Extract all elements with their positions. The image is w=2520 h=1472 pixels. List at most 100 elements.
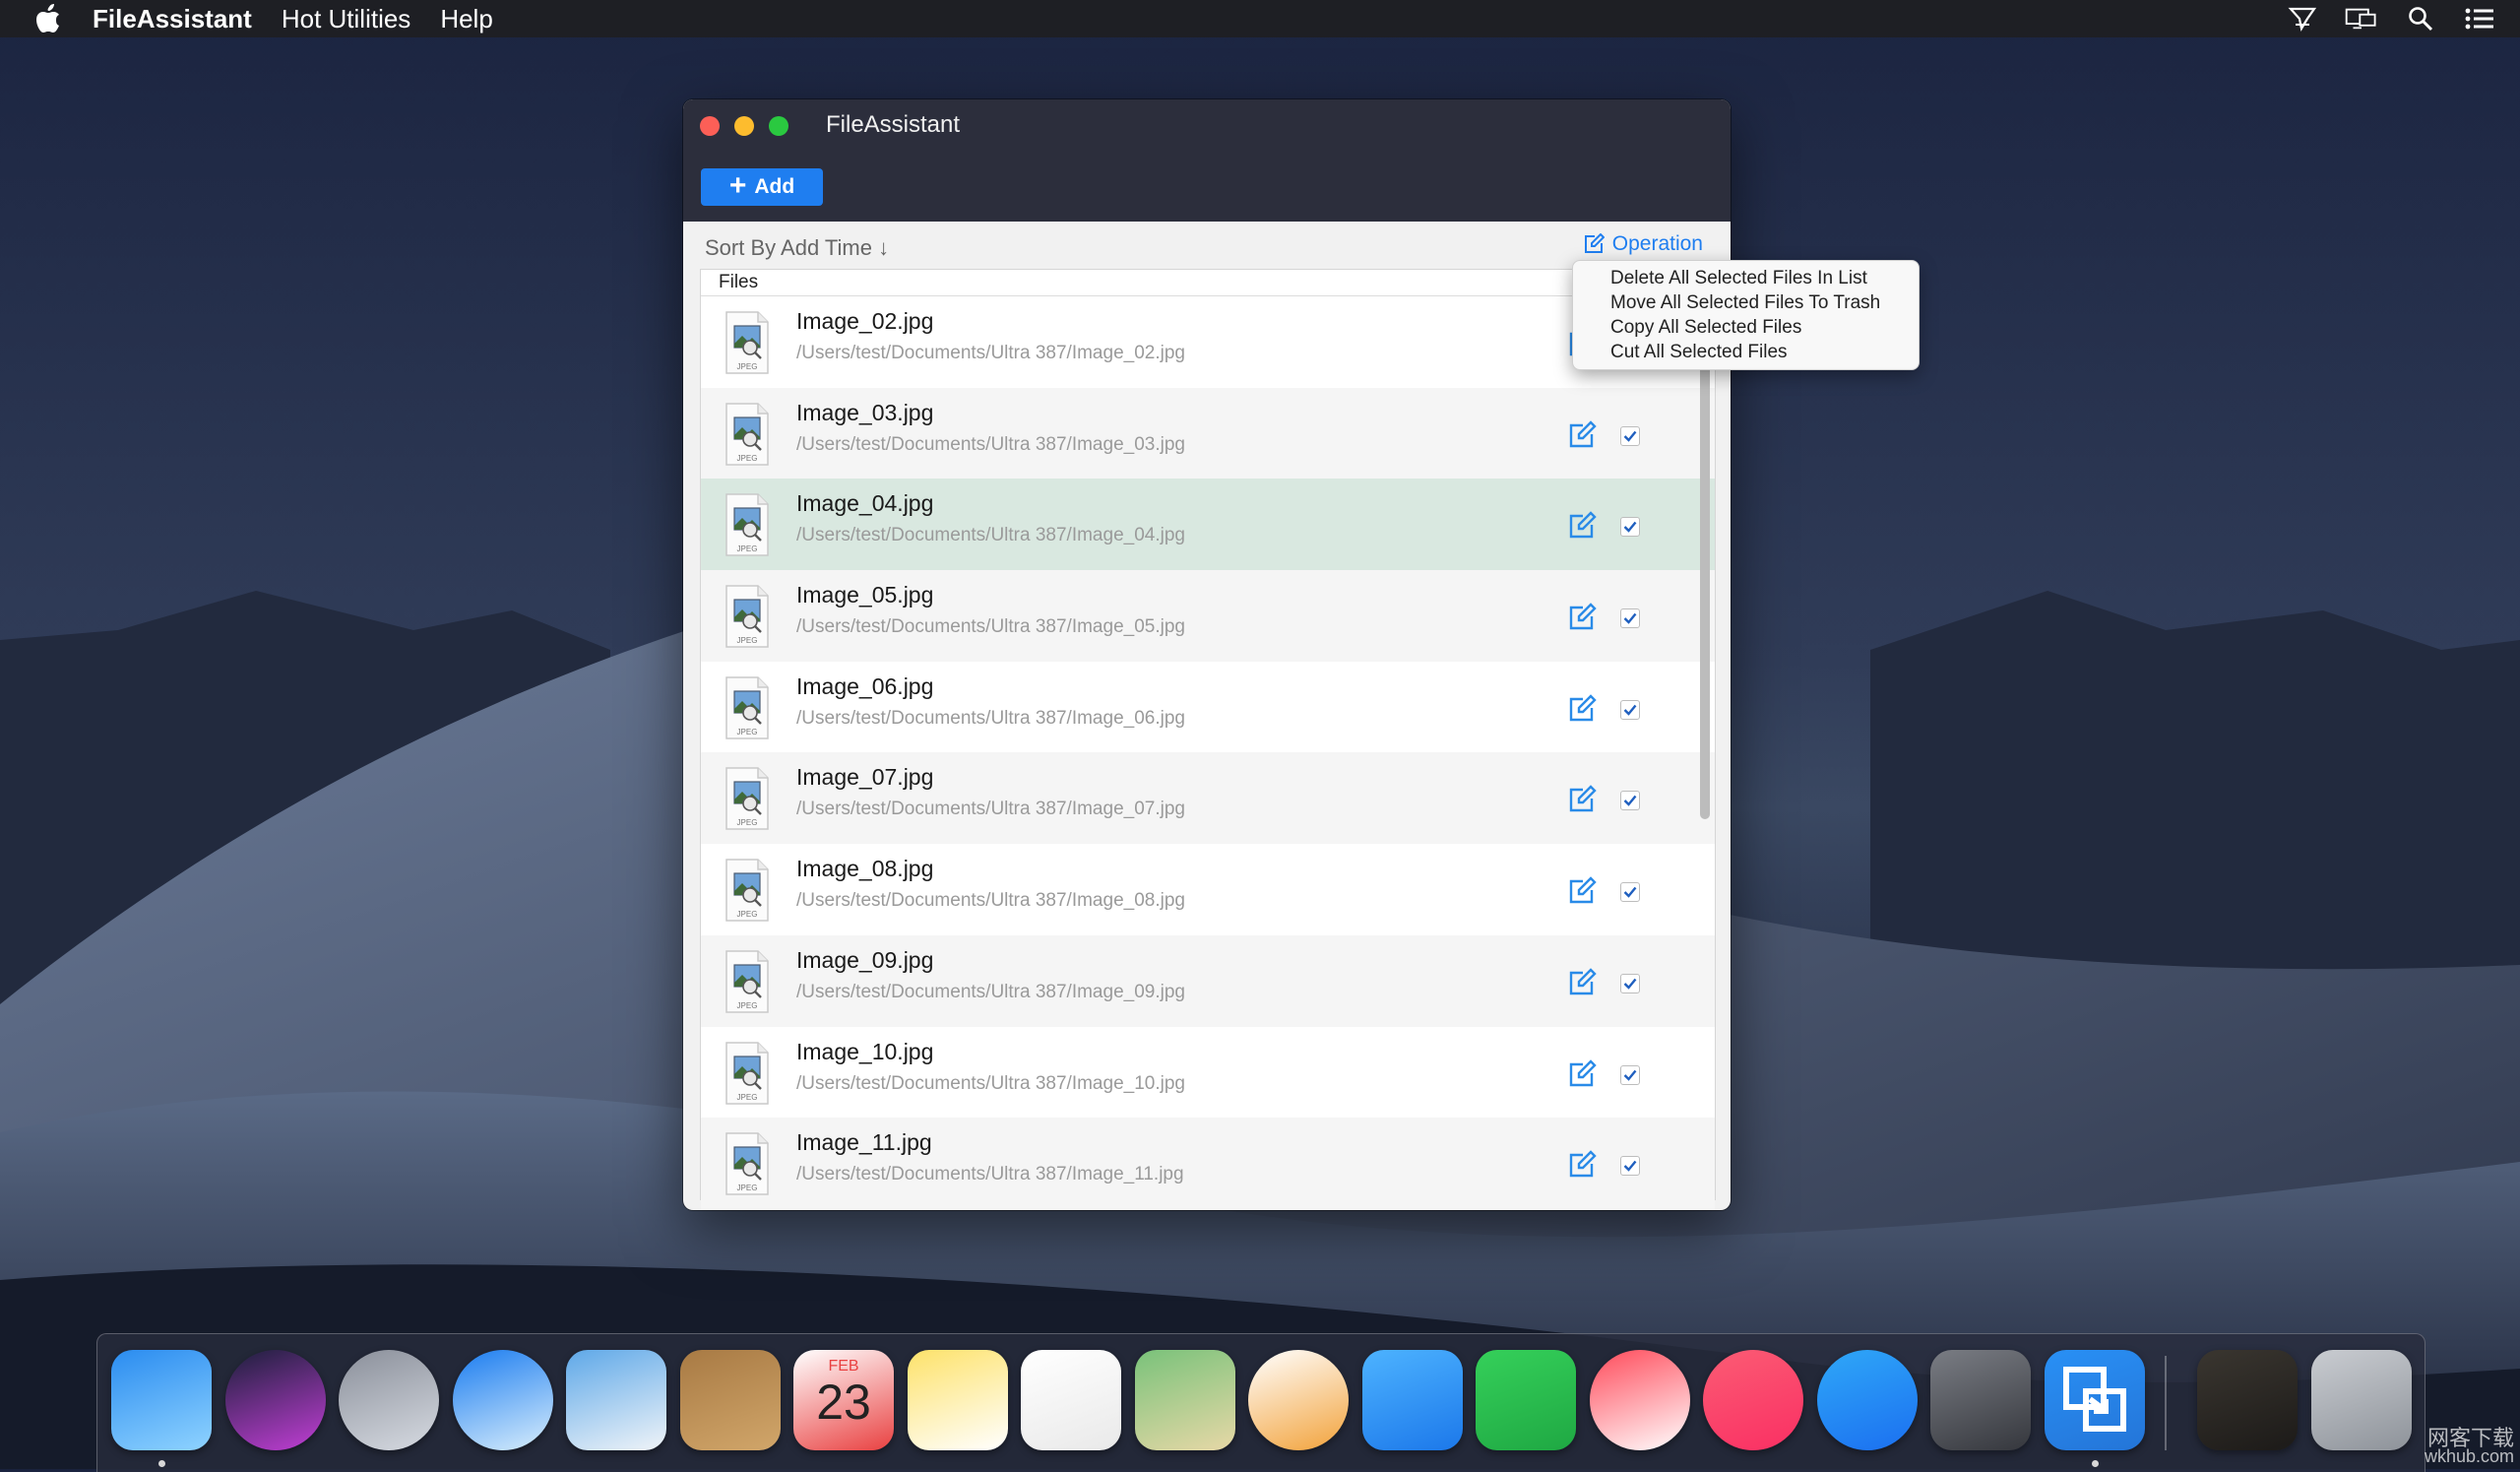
spotlight-search-icon[interactable] (2404, 4, 2437, 33)
file-path: /Users/test/Documents/Ultra 387/Image_06… (796, 707, 1185, 729)
downloads-stack-icon[interactable] (2197, 1350, 2298, 1450)
jpeg-label: JPEG (737, 1093, 758, 1102)
file-rows: JPEG Image_02.jpg /Users/test/Documents/… (701, 296, 1715, 1209)
file-select-checkbox[interactable] (1620, 1156, 1640, 1177)
app-store-icon[interactable] (1816, 1350, 1918, 1450)
checkmark-icon (1623, 796, 1637, 807)
close-window-button[interactable] (700, 116, 720, 136)
edit-file-icon[interactable] (1567, 876, 1597, 906)
edit-file-icon[interactable] (1567, 694, 1597, 724)
sort-by-button[interactable]: Sort By Add Time ↓ (705, 235, 889, 261)
file-path: /Users/test/Documents/Ultra 387/Image_04… (796, 525, 1185, 546)
launchpad-icon[interactable] (339, 1350, 439, 1450)
menu-item-delete-selected-in-list[interactable]: Delete All Selected Files In List (1573, 266, 1919, 290)
menu-item-copy-selected[interactable]: Copy All Selected Files (1573, 315, 1919, 340)
siri-icon[interactable] (224, 1350, 326, 1450)
menu-help[interactable]: Help (440, 4, 492, 34)
calendar-day: 23 (816, 1375, 871, 1430)
jpeg-file-icon: JPEG (717, 1041, 776, 1106)
zoom-window-button[interactable] (769, 116, 788, 136)
menu-hot-utilities[interactable]: Hot Utilities (282, 4, 410, 34)
file-name: Image_06.jpg (796, 672, 934, 699)
contacts-icon[interactable] (679, 1350, 781, 1450)
calendar-icon[interactable]: FEB 23 (793, 1350, 894, 1450)
system-preferences-icon[interactable] (1930, 1350, 2031, 1450)
file-path: /Users/test/Documents/Ultra 387/Image_07… (796, 799, 1185, 820)
music-icon[interactable] (1703, 1350, 1803, 1450)
edit-file-icon[interactable] (1567, 1058, 1597, 1089)
file-row[interactable]: JPEG Image_10.jpg /Users/test/Documents/… (701, 1027, 1715, 1119)
file-row[interactable]: JPEG Image_02.jpg /Users/test/Documents/… (701, 296, 1715, 388)
file-row[interactable]: JPEG Image_04.jpg /Users/test/Documents/… (701, 479, 1715, 571)
jpeg-label: JPEG (737, 818, 758, 827)
checkmark-icon (1623, 522, 1637, 534)
menu-app-name[interactable]: FileAssistant (93, 4, 252, 34)
edit-file-icon[interactable] (1567, 968, 1597, 997)
file-select-checkbox[interactable] (1620, 608, 1640, 629)
file-name: Image_09.jpg (796, 946, 934, 973)
jpeg-label: JPEG (737, 454, 758, 463)
vertical-scrollbar[interactable] (1700, 329, 1710, 819)
file-select-checkbox[interactable] (1620, 791, 1640, 811)
facetime-icon[interactable] (1476, 1350, 1576, 1450)
file-row[interactable]: JPEG Image_08.jpg /Users/test/Documents/… (701, 844, 1715, 935)
jpeg-label: JPEG (737, 1184, 758, 1192)
menu-item-move-selected-to-trash[interactable]: Move All Selected Files To Trash (1573, 290, 1919, 315)
safari-icon[interactable] (452, 1350, 553, 1450)
file-path: /Users/test/Documents/Ultra 387/Image_09… (796, 981, 1185, 1002)
file-select-checkbox[interactable] (1620, 973, 1640, 993)
watermark-line-2: wkhub.com (2424, 1446, 2514, 1466)
fileassistant-icon[interactable] (2044, 1350, 2145, 1450)
running-indicator (158, 1460, 165, 1467)
file-list[interactable]: Files JPEG Image_02.jpg /Users/test/Docu… (700, 269, 1716, 1209)
file-row[interactable]: JPEG Image_03.jpg /Users/test/Documents/… (701, 387, 1715, 480)
edit-file-icon[interactable] (1567, 603, 1597, 632)
file-row[interactable]: JPEG Image_07.jpg /Users/test/Documents/… (701, 752, 1715, 845)
add-button[interactable]: + Add (701, 168, 823, 206)
file-path: /Users/test/Documents/Ultra 387/Image_02… (796, 343, 1185, 363)
notes-icon[interactable] (907, 1350, 1008, 1450)
file-path: /Users/test/Documents/Ultra 387/Image_08… (796, 890, 1185, 912)
menu-item-cut-selected[interactable]: Cut All Selected Files (1573, 340, 1919, 364)
checkmark-icon (1623, 430, 1637, 442)
file-path: /Users/test/Documents/Ultra 387/Image_10… (796, 1072, 1185, 1094)
file-select-checkbox[interactable] (1620, 882, 1640, 903)
news-icon[interactable] (1589, 1350, 1690, 1450)
photos-icon[interactable] (1248, 1350, 1349, 1450)
dock-separator (2165, 1356, 2167, 1450)
notification-center-icon[interactable] (2463, 4, 2496, 33)
finder-icon[interactable] (111, 1350, 212, 1450)
file-row[interactable]: JPEG Image_11.jpg /Users/test/Documents/… (701, 1118, 1715, 1209)
watermark-line-1: 网客下载 (2426, 1426, 2514, 1450)
jpeg-label: JPEG (737, 1001, 758, 1010)
window-title: FileAssistant (826, 111, 961, 138)
jpeg-file-icon: JPEG (717, 858, 776, 923)
file-select-checkbox[interactable] (1620, 1064, 1640, 1085)
apple-menu-icon[interactable] (33, 2, 63, 35)
jpeg-file-icon: JPEG (717, 766, 776, 831)
edit-file-icon[interactable] (1567, 511, 1597, 541)
edit-file-icon[interactable] (1567, 419, 1597, 450)
operation-button[interactable]: Operation (1583, 232, 1703, 256)
edit-icon (1584, 233, 1605, 253)
mail-icon[interactable] (566, 1350, 666, 1450)
edit-file-icon[interactable] (1567, 1150, 1597, 1180)
operation-label: Operation (1611, 232, 1703, 255)
reminders-icon[interactable] (1021, 1350, 1121, 1450)
jpeg-file-icon: JPEG (717, 310, 776, 375)
file-select-checkbox[interactable] (1620, 425, 1640, 446)
edit-file-icon[interactable] (1567, 785, 1597, 814)
file-row[interactable]: JPEG Image_09.jpg /Users/test/Documents/… (701, 934, 1715, 1027)
airplay-mirror-icon[interactable] (2286, 4, 2319, 33)
file-row[interactable]: JPEG Image_05.jpg /Users/test/Documents/… (701, 570, 1715, 662)
file-name: Image_02.jpg (796, 308, 934, 334)
file-select-checkbox[interactable] (1620, 699, 1640, 720)
messages-icon[interactable] (1361, 1350, 1463, 1450)
file-select-checkbox[interactable] (1620, 517, 1640, 538)
display-icon[interactable] (2345, 4, 2378, 33)
maps-icon[interactable] (1134, 1350, 1235, 1450)
file-row[interactable]: JPEG Image_06.jpg /Users/test/Documents/… (701, 662, 1715, 753)
file-path: /Users/test/Documents/Ultra 387/Image_05… (796, 616, 1185, 638)
trash-icon[interactable] (2310, 1350, 2412, 1450)
minimize-window-button[interactable] (734, 116, 754, 136)
